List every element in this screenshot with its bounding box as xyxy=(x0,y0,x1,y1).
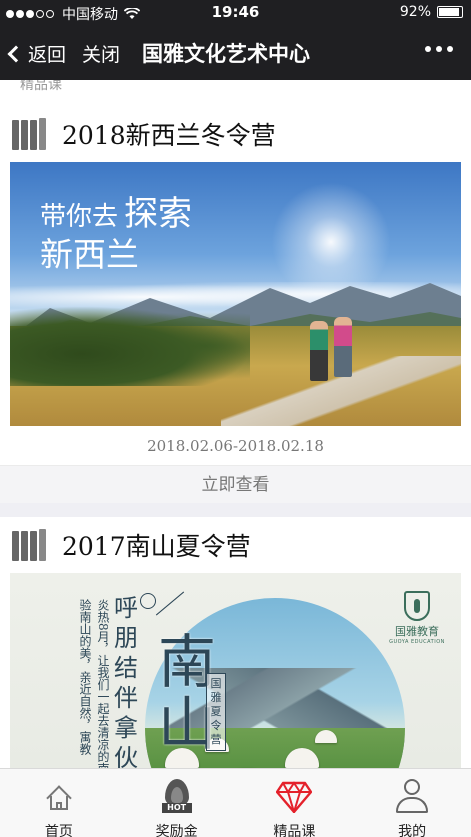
poster-verse-text: 炎热8月，让我们一起去清凉的南山，体验南山的美，亲近自然，寓教 xyxy=(78,599,110,768)
battery-percent: 92% xyxy=(399,4,431,20)
back-label: 返回 xyxy=(28,44,67,66)
tab-home[interactable]: 首页 xyxy=(0,769,118,837)
content-scroll[interactable]: 精品课 2018新西兰冬令营 带你去 探索 新西兰 2018.02.06-2018… xyxy=(0,80,471,768)
user-icon xyxy=(394,779,430,815)
tab-premium-courses[interactable]: 精品课 xyxy=(236,769,354,837)
status-right: 92% xyxy=(400,4,463,20)
battery-icon xyxy=(437,6,463,18)
tab-rewards[interactable]: HOT 奖励金 xyxy=(118,769,236,837)
status-bar: 中国移动 19:46 92% xyxy=(0,0,471,26)
card-title-row: 2017南山夏令营 xyxy=(0,517,471,573)
page-title: 国雅文化艺术中心 xyxy=(142,42,310,66)
back-button[interactable]: 返回 xyxy=(7,40,67,67)
bottom-tab-bar: 首页 HOT 奖励金 精品课 我的 xyxy=(0,768,471,837)
diamond-icon xyxy=(276,781,313,813)
hot-flame-icon: HOT xyxy=(159,779,195,815)
chevron-left-icon xyxy=(7,45,25,63)
course-card: 2017南山夏令营 炎热8月，让我们一起去清凉的南山，体验南山的美，亲近自然，寓… xyxy=(0,517,471,768)
books-icon xyxy=(12,529,48,561)
card-title: 2017南山夏令营 xyxy=(62,532,251,561)
card-date: 2018.02.06-2018.02.18 xyxy=(147,437,324,455)
decorative-line xyxy=(155,591,185,616)
poster-headline: 呼朋结伴拿伙 xyxy=(114,594,138,768)
brand-logo: 国雅教育 GUOYA EDUCATION xyxy=(387,591,447,645)
tab-label: 我的 xyxy=(398,824,427,837)
hikers-graphic xyxy=(310,306,360,381)
tab-label: 精品课 xyxy=(273,824,316,837)
more-options-icon[interactable] xyxy=(425,46,453,52)
hot-badge: HOT xyxy=(161,803,192,813)
course-card: 2018新西兰冬令营 带你去 探索 新西兰 2018.02.06-2018.02.… xyxy=(0,106,471,503)
card-title: 2018新西兰冬令营 xyxy=(62,121,276,150)
image-caption-line2: 新西兰 xyxy=(40,235,139,274)
home-icon xyxy=(45,783,73,811)
nav-bar: 返回 关闭 国雅文化艺术中心 xyxy=(0,26,471,80)
tab-mine[interactable]: 我的 xyxy=(353,769,471,837)
books-icon xyxy=(12,118,48,150)
card-title-row: 2018新西兰冬令营 xyxy=(0,106,471,162)
poster-tag: 国雅夏令营 xyxy=(206,673,226,751)
close-button[interactable]: 关闭 xyxy=(82,40,120,67)
shield-logo-icon xyxy=(404,591,430,621)
card-image-nanshan[interactable]: 炎热8月，让我们一起去清凉的南山，体验南山的美，亲近自然，寓教 呼朋结伴拿伙 南… xyxy=(10,573,461,768)
section-header: 精品课 xyxy=(0,80,471,106)
view-now-button[interactable]: 立即查看 xyxy=(0,465,471,503)
card-image-new-zealand[interactable]: 带你去 探索 新西兰 xyxy=(10,162,461,426)
tab-label: 奖励金 xyxy=(155,824,198,837)
tab-label: 首页 xyxy=(44,824,73,837)
